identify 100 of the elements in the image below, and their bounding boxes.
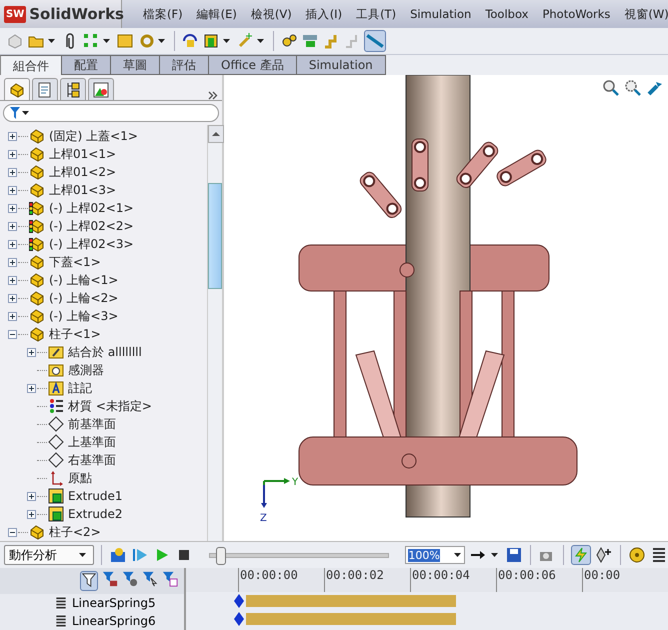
caret-icon[interactable] (103, 39, 110, 43)
expand-icon[interactable] (8, 294, 17, 302)
command-tab[interactable]: 配置 (62, 55, 111, 75)
part-traffic-light-icon (28, 235, 46, 253)
add-key-icon[interactable] (595, 546, 614, 564)
save-icon[interactable] (505, 546, 524, 564)
zoom-fit-icon[interactable] (602, 79, 620, 97)
menu-item[interactable]: 編輯(E) (190, 6, 244, 22)
menu-item[interactable]: 插入(I) (298, 6, 350, 22)
expand-icon[interactable] (8, 132, 17, 140)
tree-item[interactable]: 原點 (65, 470, 92, 486)
part-icon (28, 271, 46, 289)
expand-icon[interactable] (8, 312, 17, 320)
expand-icon[interactable] (8, 222, 17, 230)
menu-item[interactable]: Toolbox (478, 6, 536, 22)
time-label: 00:00:06 (496, 568, 582, 592)
caret-icon[interactable] (257, 39, 264, 43)
caret-icon[interactable] (223, 39, 230, 43)
tree-item[interactable]: (-) 上桿02<1> (46, 200, 134, 216)
study-type-dropdown[interactable]: 動作分析 (4, 545, 94, 565)
zoom-area-icon[interactable] (624, 79, 642, 97)
part-icon (28, 253, 46, 271)
zoom-dropdown[interactable]: 100% (405, 546, 466, 564)
extrude-icon (47, 505, 65, 523)
caret-icon[interactable] (48, 39, 55, 43)
tree-item[interactable]: 柱子<1> (46, 326, 101, 342)
part-icon (28, 523, 46, 541)
command-tab[interactable]: 評估 (160, 55, 209, 75)
slider-thumb[interactable] (216, 546, 226, 564)
command-tab[interactable]: 草圖 (111, 55, 160, 75)
tree-item[interactable]: 上桿01<1> (46, 146, 116, 162)
scroll-thumb[interactable] (208, 183, 222, 289)
scroll-up-icon[interactable] (208, 125, 224, 143)
caret-icon[interactable] (491, 553, 498, 557)
tree-item[interactable]: 上桿01<3> (46, 182, 116, 198)
expand-icon[interactable] (8, 276, 17, 284)
collapse-icon[interactable] (8, 330, 17, 338)
tree-item[interactable]: 結合於 allllllll (65, 344, 142, 360)
caret-icon[interactable] (78, 553, 86, 557)
tree-item[interactable]: 前基準面 (65, 416, 116, 432)
tree-item[interactable]: 感測器 (65, 362, 104, 378)
expand-icon[interactable] (8, 240, 17, 248)
tree-item[interactable]: 上基準面 (65, 434, 116, 450)
menu-item[interactable]: 檔案(F) (136, 6, 190, 22)
command-tab[interactable]: 組合件 (0, 55, 62, 76)
tree-item[interactable]: 下蓋<1> (46, 254, 101, 270)
menu-item[interactable]: Simulation (403, 6, 478, 22)
panel-tab[interactable] (32, 78, 58, 100)
menu-item[interactable]: 工具(T) (349, 6, 404, 22)
expand-icon[interactable] (8, 186, 17, 194)
tree-item[interactable]: (-) 上輪<1> (46, 272, 118, 288)
filter-icon[interactable] (81, 572, 97, 588)
scrollbar[interactable] (207, 125, 222, 541)
expand-icon[interactable] (8, 258, 17, 266)
tree-item[interactable]: 註記 (65, 380, 92, 396)
menu-item[interactable]: PhotoWorks (535, 6, 618, 22)
tree-item[interactable]: 柱子<2> (46, 524, 101, 540)
expand-icon[interactable] (27, 384, 36, 392)
tree-item[interactable]: 上桿01<2> (46, 164, 116, 180)
panel-tab[interactable] (88, 78, 114, 100)
command-tab[interactable]: Office 產品 (209, 55, 297, 75)
panel-tab[interactable] (4, 78, 30, 100)
part-icon (28, 145, 46, 163)
panel-tab[interactable] (60, 78, 86, 100)
tree-item[interactable]: (-) 上桿02<2> (46, 218, 134, 234)
logo-text: SolidWorks (29, 5, 124, 23)
menu-item[interactable]: 視窗(W) (617, 6, 668, 22)
material-icon (47, 397, 65, 415)
menu-item[interactable]: 檢視(V) (244, 6, 299, 22)
timeline-item[interactable]: LinearSpring5 (72, 596, 156, 610)
expand-icon[interactable] (8, 150, 17, 158)
tree-item[interactable]: 材質 <未指定> (65, 398, 152, 414)
part-icon (28, 181, 46, 199)
tree-item[interactable]: (-) 上輪<2> (46, 290, 118, 306)
collapse-icon[interactable] (8, 528, 17, 536)
tree-item[interactable]: (-) 上輪<3> (46, 308, 118, 324)
key-point-icon[interactable] (234, 612, 244, 626)
timeline-item[interactable]: LinearSpring6 (72, 614, 156, 628)
time-label: 00:00:00 (238, 568, 324, 592)
caret-icon[interactable] (454, 553, 462, 557)
tree-item[interactable]: Extrude1 (65, 489, 123, 503)
tree-item[interactable]: 右基準面 (65, 452, 116, 468)
tree-item[interactable]: (-) 上桿02<3> (46, 236, 134, 252)
double-chevron-icon[interactable] (208, 91, 218, 100)
filter-field[interactable] (3, 104, 219, 122)
plane-icon (47, 451, 65, 469)
part-icon (28, 325, 46, 343)
expand-icon[interactable] (8, 204, 17, 212)
display-manager-icon (92, 80, 110, 98)
play-from-start-icon[interactable] (130, 546, 148, 564)
key-point-icon[interactable] (234, 594, 244, 608)
expand-icon[interactable] (27, 348, 36, 356)
expand-icon[interactable] (8, 168, 17, 176)
expand-icon[interactable] (27, 492, 36, 500)
tree-item[interactable]: Extrude2 (65, 507, 123, 521)
caret-icon[interactable] (22, 111, 29, 115)
caret-icon[interactable] (158, 39, 165, 43)
expand-icon[interactable] (27, 510, 36, 518)
command-tab[interactable]: Simulation (296, 55, 386, 75)
tree-item[interactable]: (固定) 上蓋<1> (46, 128, 138, 144)
